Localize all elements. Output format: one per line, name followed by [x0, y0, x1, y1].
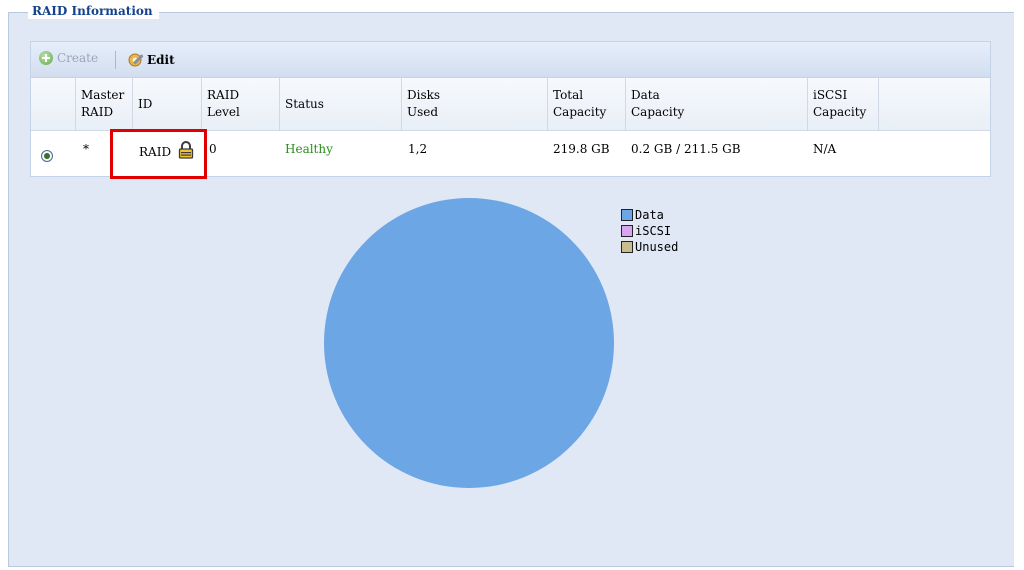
cell-master: * [83, 142, 89, 156]
legend-swatch-iscsi [621, 225, 633, 237]
legend-item-iscsi: iSCSI [621, 223, 678, 239]
toolbar-separator [115, 51, 116, 69]
header-id[interactable]: ID [133, 78, 202, 130]
cell-data-capacity: 0.2 GB / 211.5 GB [631, 142, 741, 156]
create-button[interactable]: Create [39, 51, 98, 65]
header-status[interactable]: Status [280, 78, 402, 130]
plus-icon [39, 51, 53, 65]
row-select-radio[interactable] [41, 150, 53, 162]
legend-item-data: Data [621, 207, 678, 223]
pie-slice-data [324, 198, 614, 488]
edit-button[interactable]: Edit [127, 51, 175, 69]
panel-title: RAID Information [28, 3, 159, 19]
legend-item-unused: Unused [621, 239, 678, 255]
table-header: Master RAID ID RAID Level Status Disks Used… [31, 78, 990, 131]
header-iscsi-capacity[interactable]: iSCSI Capacity [808, 78, 879, 130]
id-highlight-box [110, 129, 207, 179]
header-total-capacity[interactable]: Total Capacity [548, 78, 626, 130]
edit-label: Edit [147, 53, 175, 67]
toolbar: Create Edit [30, 41, 991, 77]
cell-status: Healthy [285, 142, 333, 156]
edit-icon [128, 53, 144, 67]
create-label: Create [57, 51, 99, 65]
cell-total-capacity: 219.8 GB [553, 142, 610, 156]
header-select [31, 78, 76, 130]
header-data-capacity[interactable]: Data Capacity [626, 78, 808, 130]
header-disks-used[interactable]: Disks Used [402, 78, 548, 130]
chart-legend: Data iSCSI Unused [621, 207, 678, 255]
capacity-pie-chart [320, 196, 620, 499]
cell-raid-level: 0 [209, 142, 217, 156]
legend-swatch-unused [621, 241, 633, 253]
legend-swatch-data [621, 209, 633, 221]
header-master-raid[interactable]: Master RAID [76, 78, 133, 130]
cell-disks-used: 1,2 [408, 142, 428, 156]
header-raid-level[interactable]: RAID Level [202, 78, 280, 130]
cell-iscsi-capacity: N/A [813, 142, 837, 156]
